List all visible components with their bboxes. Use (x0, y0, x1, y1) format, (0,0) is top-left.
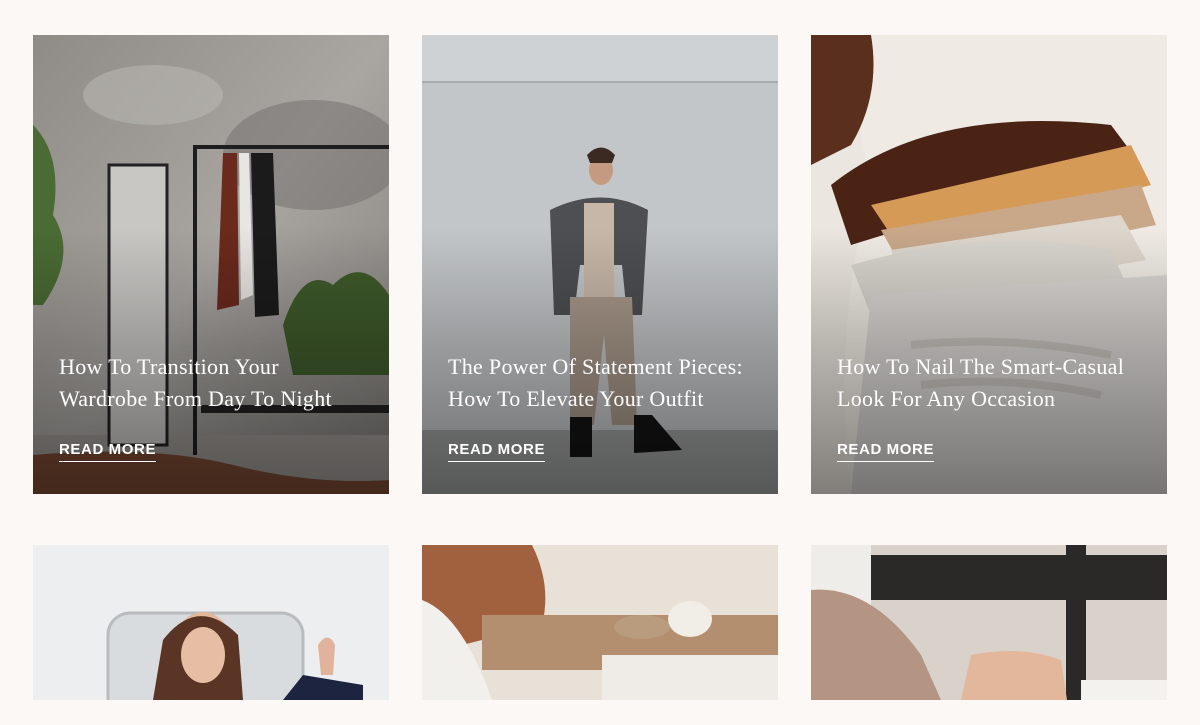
post-card-row2-col3[interactable] (811, 545, 1167, 725)
post-card-content: The Power Of Statement Pieces: How To El… (448, 351, 760, 462)
read-more-link[interactable]: READ MORE (448, 441, 546, 462)
post-title[interactable]: How To Transition Your Wardrobe From Day… (59, 351, 371, 415)
read-more-link[interactable]: READ MORE (59, 441, 157, 462)
post-card-wardrobe-day-to-night[interactable]: How To Transition Your Wardrobe From Day… (33, 35, 389, 494)
post-image-person-writing (811, 545, 1167, 725)
post-image-bedroom-tea (422, 545, 778, 725)
post-image-woman-holding-hanger (33, 545, 389, 725)
post-card-content: How To Nail The Smart-Casual Look For An… (837, 351, 1149, 462)
post-card-row2-col1[interactable] (33, 545, 389, 725)
post-title[interactable]: The Power Of Statement Pieces: How To El… (448, 351, 760, 415)
blog-post-grid: How To Transition Your Wardrobe From Day… (0, 0, 1200, 725)
read-more-link[interactable]: READ MORE (837, 441, 935, 462)
post-card-smart-casual[interactable]: How To Nail The Smart-Casual Look For An… (811, 35, 1167, 494)
post-card-content: How To Transition Your Wardrobe From Day… (59, 351, 371, 462)
post-card-statement-pieces[interactable]: The Power Of Statement Pieces: How To El… (422, 35, 778, 494)
post-card-row2-col2[interactable] (422, 545, 778, 725)
post-title[interactable]: How To Nail The Smart-Casual Look For An… (837, 351, 1149, 415)
